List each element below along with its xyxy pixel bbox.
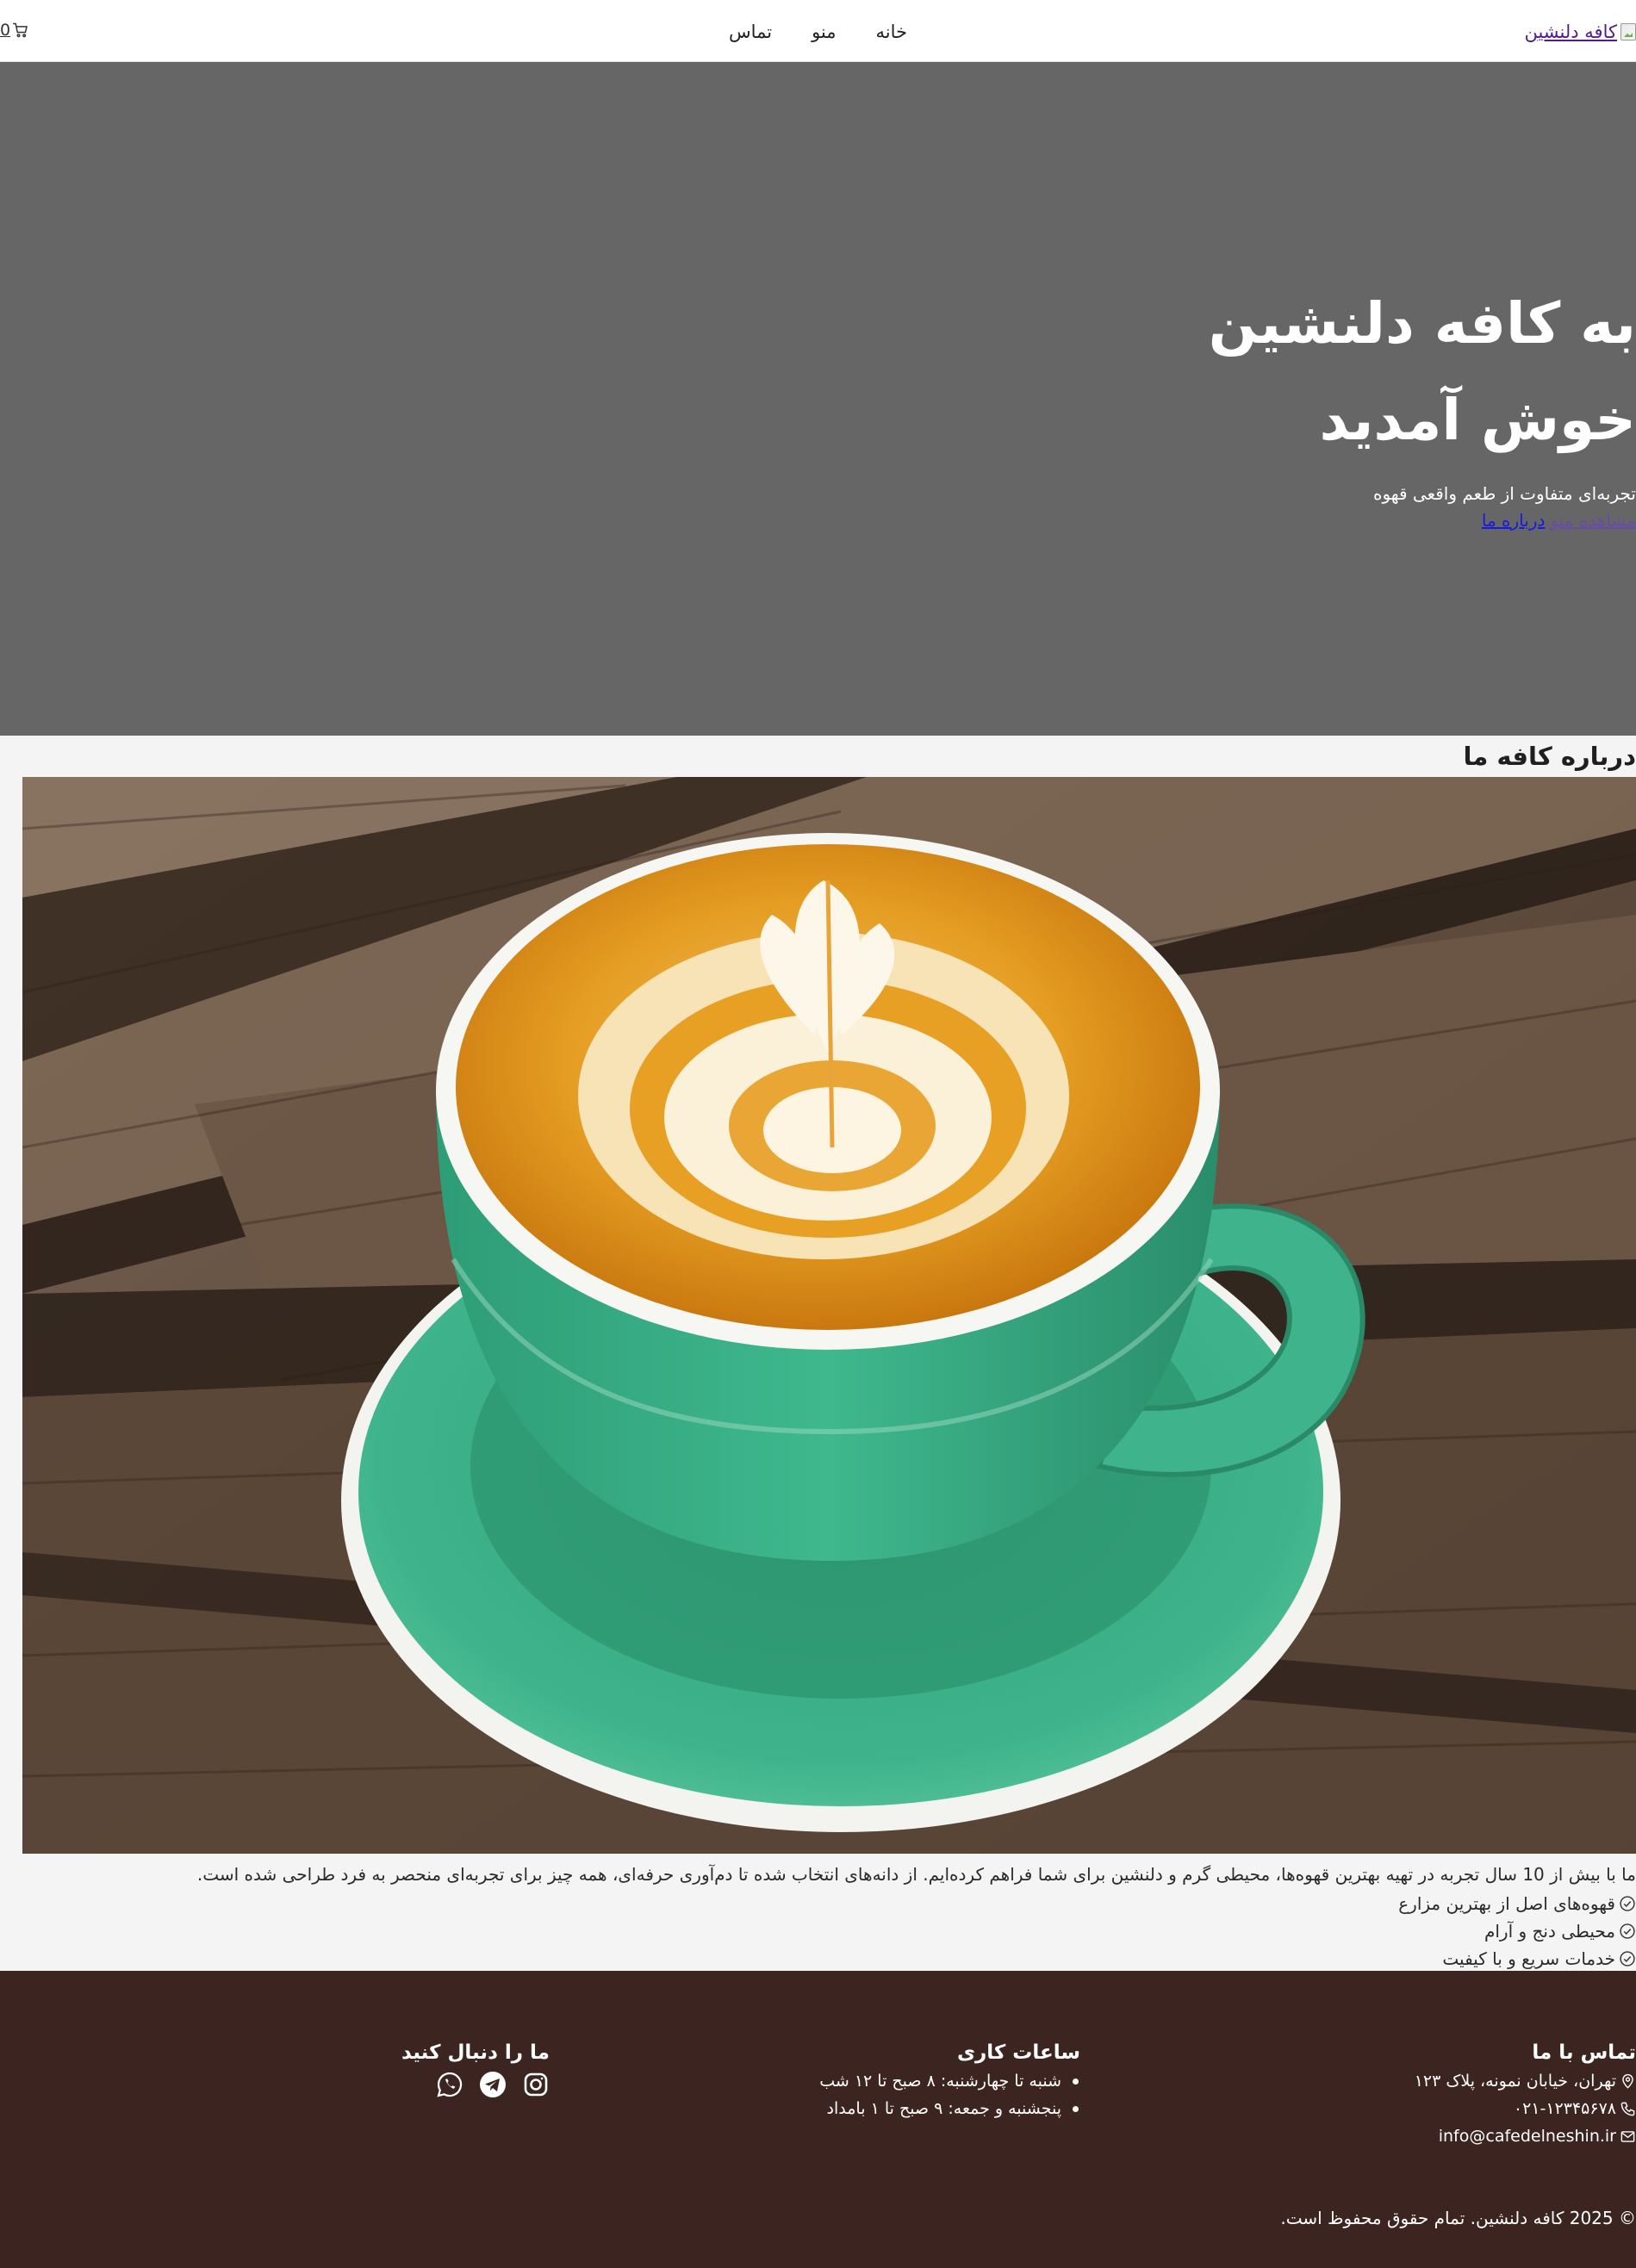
hours-item: شنبه تا چهارشنبه: ۸ صبح تا ۱۲ شب <box>819 2067 1080 2095</box>
email-text: info@cafedelneshin.ir <box>1438 2127 1616 2146</box>
copyright-text: © 2025 کافه دلنشین. تمام حقوق محفوظ است. <box>1280 2208 1636 2228</box>
whatsapp-icon[interactable] <box>436 2071 463 2098</box>
site-header: کافه دلنشین خانه منو تماس 0 <box>0 0 1636 62</box>
cart-button[interactable]: 0 <box>0 21 29 40</box>
main-nav: خانه منو تماس <box>0 19 1636 45</box>
footer-contact: تماس با ما تهران، خیابان نمونه، پلاک ۱۲۳… <box>1415 2038 1636 2150</box>
feature-item: خدمات سریع و با کیفیت <box>1398 1945 1636 1973</box>
hours-title: ساعات کاری <box>956 2041 1080 2064</box>
hours-list: شنبه تا چهارشنبه: ۸ صبح تا ۱۲ شب پنجشنبه… <box>819 2067 1080 2122</box>
feature-label: خدمات سریع و با کیفیت <box>1442 1948 1615 1969</box>
view-menu-link[interactable]: مشاهده منو <box>1550 508 1636 532</box>
feature-list: قهوه‌های اصل از بهترین مزارع محیطی دنج و… <box>1398 1890 1636 1973</box>
address-text: تهران، خیابان نمونه، پلاک ۱۲۳ <box>1414 2072 1616 2091</box>
cart-count: 0 <box>0 21 11 40</box>
check-circle-icon <box>1620 1951 1635 1967</box>
nav-item-contact[interactable]: تماس <box>729 19 772 45</box>
feature-item: قهوه‌های اصل از بهترین مزارع <box>1398 1890 1636 1917</box>
social-icons <box>401 2071 550 2098</box>
about-us-link[interactable]: درباره ما <box>1482 508 1546 532</box>
check-circle-icon <box>1620 1896 1635 1911</box>
hours-item: پنجشنبه و جمعه: ۹ صبح تا ۱ بامداد <box>819 2095 1080 2122</box>
contact-phone: ۰۲۱-۱۲۳۴۵۶۷۸ <box>1415 2095 1636 2122</box>
cart-icon <box>13 22 28 38</box>
location-pin-icon <box>1622 2073 1633 2089</box>
social-title: ما را دنبال کنید <box>401 2041 550 2064</box>
nav-item-menu[interactable]: منو <box>812 19 836 45</box>
hero-section: به کافه دلنشین خوش آمدید تجربه‌ای متفاوت… <box>0 62 1636 736</box>
about-description: ما با بیش از 10 سال تجربه در تهیه بهترین… <box>196 1864 1636 1885</box>
envelope-icon <box>1620 2130 1635 2142</box>
feature-item: محیطی دنج و آرام <box>1398 1917 1636 1945</box>
hero-links: مشاهده منو درباره ما <box>1482 508 1636 532</box>
hero-title: به کافه دلنشین خوش آمدید <box>1208 290 1636 453</box>
nav-item-home[interactable]: خانه <box>876 19 907 45</box>
contact-address: تهران، خیابان نمونه، پلاک ۱۲۳ <box>1415 2067 1636 2095</box>
footer-hours: ساعات کاری شنبه تا چهارشنبه: ۸ صبح تا ۱۲… <box>819 2038 1080 2122</box>
footer-social: ما را دنبال کنید <box>401 2038 550 2098</box>
feature-label: قهوه‌های اصل از بهترین مزارع <box>1398 1893 1615 1914</box>
contact-email: info@cafedelneshin.ir <box>1415 2122 1636 2150</box>
hero-subtitle: تجربه‌ای متفاوت از طعم واقعی قهوه <box>1372 483 1636 504</box>
contact-title: تماس با ما <box>1532 2041 1636 2064</box>
about-coffee-image <box>22 777 1636 1854</box>
about-title: درباره کافه ما <box>1463 742 1636 771</box>
check-circle-icon <box>1620 1923 1635 1939</box>
telegram-icon[interactable] <box>479 2071 507 2098</box>
instagram-icon[interactable] <box>522 2071 550 2098</box>
phone-text: ۰۲۱-۱۲۳۴۵۶۷۸ <box>1513 2099 1616 2118</box>
phone-icon <box>1620 2102 1635 2116</box>
feature-label: محیطی دنج و آرام <box>1484 1921 1615 1942</box>
